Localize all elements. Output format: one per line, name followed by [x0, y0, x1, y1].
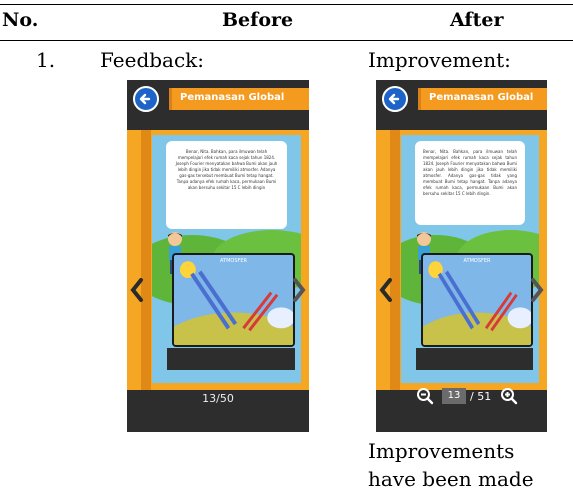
page-footer — [167, 348, 295, 370]
book-spine — [390, 130, 400, 390]
after-screenshot: Pemanasan Global Benar, Nita. Bahkan, pa… — [376, 80, 547, 432]
after-note-line-1: Improvements — [368, 439, 515, 463]
row-number: 1. — [36, 48, 56, 72]
after-note-line-2: have been made — [368, 467, 534, 491]
title-bar: Pemanasan Global — [418, 88, 547, 110]
zoom-out-icon[interactable] — [416, 387, 434, 405]
before-screenshot: Pemanasan Global Benar, Nita. Bahkan, pa… — [127, 80, 309, 432]
back-arrow-icon[interactable] — [133, 86, 159, 112]
book-spine — [141, 130, 151, 390]
atmosphere-illustration: ATMOSFER — [421, 253, 533, 347]
page-indicator: 13/50 — [202, 392, 234, 405]
app-title: Pemanasan Global — [180, 92, 285, 103]
book-page: Benar, Nita. Bahkan, para ilmuwan telah … — [152, 135, 301, 383]
table-top-rule — [0, 4, 573, 5]
before-label: Feedback: — [100, 48, 205, 72]
chevron-right-icon[interactable] — [530, 278, 544, 302]
after-label: Improvement: — [368, 48, 511, 72]
header-after: After — [450, 9, 504, 31]
chevron-right-icon[interactable] — [292, 278, 306, 302]
speech-bubble: Benar, Nita. Bahkan, para ilmuwan telah … — [415, 141, 525, 225]
atmosphere-illustration: ATMOSFER — [172, 253, 295, 347]
header-no: No. — [2, 9, 39, 31]
page-footer — [416, 348, 533, 370]
app-header: Pemanasan Global — [376, 80, 547, 120]
speech-text: Benar, Nita. Bahkan, para ilmuwan telah … — [175, 149, 278, 190]
page-number-input[interactable]: 13 — [442, 388, 466, 404]
app-title: Pemanasan Global — [429, 92, 534, 103]
title-bar: Pemanasan Global — [169, 88, 309, 110]
speech-text: Benar, Nita. Bahkan, para ilmuwan telah … — [423, 149, 517, 196]
zoom-controls: 13 / 51 — [376, 386, 547, 406]
chevron-left-icon[interactable] — [379, 278, 393, 302]
total-pages: / 51 — [470, 390, 492, 403]
speech-bubble: Benar, Nita. Bahkan, para ilmuwan telah … — [166, 141, 287, 229]
header-before: Before — [222, 9, 294, 31]
chevron-left-icon[interactable] — [130, 278, 144, 302]
info-label: ATMOSFER — [463, 258, 491, 264]
info-label: ATMOSFER — [219, 258, 248, 264]
back-arrow-icon[interactable] — [382, 86, 408, 112]
app-header: Pemanasan Global — [127, 80, 309, 120]
book-page: Benar, Nita. Bahkan, para ilmuwan telah … — [401, 135, 539, 383]
zoom-in-icon[interactable] — [500, 387, 518, 405]
table-header-rule — [0, 40, 573, 41]
